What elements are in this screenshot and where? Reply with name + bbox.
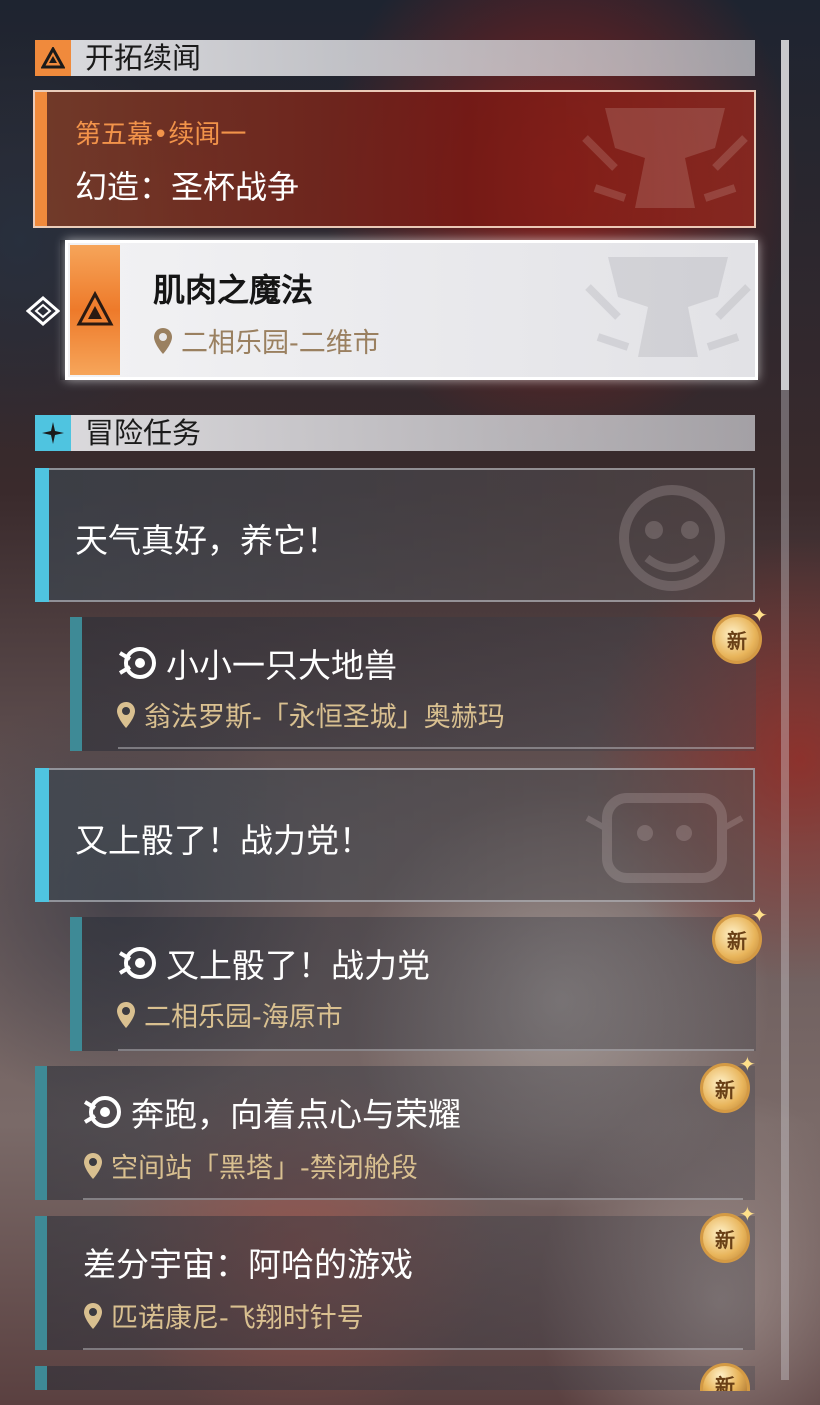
badge-text: 新	[715, 1374, 735, 1391]
divider	[118, 747, 754, 749]
badge-text: 新	[715, 1077, 735, 1102]
badge-text: 新	[727, 928, 747, 953]
trailblaze-triangle-icon	[76, 290, 114, 326]
new-badge: 新 ✦	[712, 905, 768, 964]
pom-pom-icon	[118, 947, 156, 979]
section-header-adventure: 冒险任务	[35, 415, 755, 451]
sparkle-icon: ✦	[739, 1052, 756, 1076]
quest-item[interactable]: 又上骰了！战力党 二相乐园-海原市	[70, 917, 756, 1051]
quest-title: 又上骰了！战力党	[166, 946, 430, 985]
diamond-arrow-icon	[26, 296, 60, 326]
quest-group-card[interactable]: 天气真好，养它！	[35, 468, 755, 602]
quest-item[interactable]: 奔跑，向着点心与荣耀 空间站「黑塔」-禁闭舱段	[35, 1066, 755, 1200]
quest-title-row: 小小一只大地兽	[118, 639, 397, 687]
quest-bar	[70, 617, 82, 751]
badge-text: 新	[715, 1227, 735, 1252]
group-title: 又上骰了！战力党！	[75, 821, 372, 860]
group-emblem-icon	[585, 793, 744, 883]
pom-pom-icon	[118, 647, 156, 679]
quest-location: 匹诺康尼-飞翔时针号	[83, 1296, 364, 1335]
sparkle-icon: ✦	[751, 903, 768, 927]
quest-bar	[70, 917, 82, 1051]
quest-bar	[35, 1216, 47, 1350]
divider	[118, 1049, 754, 1051]
location-text: 二相乐园-二维市	[181, 328, 380, 359]
location-text: 二相乐园-海原市	[144, 1002, 343, 1033]
divider	[83, 1198, 743, 1200]
map-pin-icon	[117, 701, 135, 728]
sparkle-icon: ✦	[751, 603, 768, 627]
quest-location: 二相乐园-海原市	[116, 995, 343, 1034]
map-pin-icon	[84, 1152, 102, 1179]
quest-title: 小小一只大地兽	[166, 646, 397, 685]
quest-bar	[35, 1366, 47, 1390]
quest-item[interactable]: 小小一只大地兽 翁法罗斯-「永恒圣城」奥赫玛	[70, 617, 756, 751]
quest-title: 差分宇宙：阿哈的游戏	[83, 1245, 413, 1284]
location-text: 匹诺康尼-飞翔时针号	[111, 1303, 364, 1334]
new-badge: 新 ✦	[700, 1204, 756, 1263]
trailblaze-triangle-icon	[35, 40, 71, 76]
quest-title-row: 差分宇宙：阿哈的游戏	[83, 1238, 413, 1286]
quest-item[interactable]	[35, 1366, 755, 1390]
location-text: 空间站「黑塔」-禁闭舱段	[111, 1153, 418, 1184]
quest-group-card[interactable]: 又上骰了！战力党！	[35, 768, 755, 902]
sparkle-icon	[35, 415, 71, 451]
mission-emblem-icon	[585, 257, 751, 357]
scrollbar-thumb[interactable]	[781, 40, 789, 390]
trailblaze-mission-card[interactable]: 第五幕•续闻一 幻造：圣杯战争	[33, 90, 756, 228]
section-header-trailblaze: 开拓续闻	[35, 40, 755, 76]
map-pin-icon	[84, 1302, 102, 1329]
divider	[83, 1348, 743, 1350]
pom-pom-icon	[83, 1096, 121, 1128]
quest-thumbnail	[70, 245, 120, 375]
group-accent	[35, 768, 49, 902]
map-pin-icon	[117, 1001, 135, 1028]
badge-text: 新	[727, 628, 747, 653]
new-badge: 新 ✦	[712, 605, 768, 664]
mission-chapter: 第五幕•续闻一	[75, 120, 247, 150]
mission-title: 幻造：圣杯战争	[75, 168, 300, 206]
section-title: 冒险任务	[85, 416, 202, 450]
quest-location: 空间站「黑塔」-禁闭舱段	[83, 1146, 418, 1185]
quest-title: 奔跑，向着点心与荣耀	[131, 1095, 461, 1134]
map-pin-icon	[154, 327, 172, 354]
quest-title-row: 奔跑，向着点心与荣耀	[83, 1088, 461, 1136]
quest-title: 肌肉之魔法	[153, 271, 314, 309]
group-title: 天气真好，养它！	[75, 521, 339, 560]
section-title: 开拓续闻	[85, 41, 202, 75]
scrollbar-track[interactable]	[781, 40, 789, 1380]
quest-item[interactable]: 差分宇宙：阿哈的游戏 匹诺康尼-飞翔时针号	[35, 1216, 755, 1350]
new-badge: 新 ✦	[700, 1054, 756, 1113]
mission-emblem-icon	[582, 108, 748, 208]
quest-location: 二相乐园-二维市	[153, 321, 380, 360]
selected-quest-card[interactable]: 肌肉之魔法 二相乐园-二维市	[65, 240, 758, 380]
sparkle-icon: ✦	[739, 1202, 756, 1226]
location-text: 翁法罗斯-「永恒圣城」奥赫玛	[144, 702, 505, 733]
group-accent	[35, 468, 49, 602]
quest-title-row: 又上骰了！战力党	[118, 939, 430, 987]
card-accent	[35, 92, 47, 226]
quest-location: 翁法罗斯-「永恒圣城」奥赫玛	[116, 695, 505, 734]
quest-bar	[35, 1066, 47, 1200]
group-emblem-icon	[619, 485, 725, 591]
